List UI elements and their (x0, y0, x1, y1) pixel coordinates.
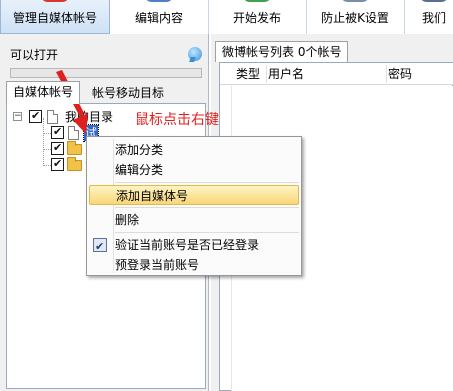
progress-bar (10, 68, 202, 78)
document-icon (47, 110, 58, 124)
menu-separator (115, 232, 299, 233)
publish-icon (242, 0, 272, 2)
tab-about-us[interactable]: 我们 (404, 0, 453, 34)
menu-item-add-media-account[interactable]: 添加自媒体号 (89, 185, 299, 205)
context-menu: 添加分类 编辑分类 添加自媒体号 删除 验证当前账号是否已经登录 预登录当前账号 (86, 136, 302, 276)
tab-label: 防止被K设置 (321, 11, 389, 25)
node-checkbox[interactable] (51, 157, 64, 171)
verify-check-icon (93, 237, 107, 257)
node-checkbox[interactable] (51, 141, 64, 155)
help-bubble-icon[interactable] (188, 47, 202, 61)
about-icon (419, 0, 449, 2)
menu-item-verify-login[interactable]: 验证当前账号是否已经登录 (89, 235, 299, 257)
manage-accounts-icon (40, 0, 70, 2)
tab-media-accounts[interactable]: 自媒体帐号 (6, 81, 81, 104)
column-header-password[interactable]: 密码 (388, 63, 412, 85)
tab-label: 开始发布 (232, 11, 281, 25)
menu-item-label: 验证当前账号是否已经登录 (115, 238, 260, 252)
status-text: 可以打开 (10, 48, 59, 62)
right-tab-strip: 微博帐号列表 0个帐号 (211, 34, 453, 62)
root-checkbox[interactable] (29, 109, 42, 123)
main-toolbar: 管理自媒体帐号 编辑内容 开始发布 防止被K设置 我们 (0, 0, 453, 34)
document-icon (68, 126, 79, 140)
folder-icon (67, 157, 82, 171)
tab-manage-accounts[interactable]: 管理自媒体帐号 (0, 0, 110, 34)
menu-item-delete[interactable]: 删除 (89, 210, 299, 230)
tab-label: 管理自媒体帐号 (12, 11, 97, 25)
tab-account-move-target[interactable]: 帐号移动目标 (86, 83, 170, 105)
menu-separator (115, 207, 299, 208)
edit-content-icon (144, 0, 174, 2)
tab-weibo-account-list[interactable]: 微博帐号列表 0个帐号 (215, 41, 349, 62)
menu-separator (115, 182, 299, 183)
tab-anti-k-settings[interactable]: 防止被K设置 (306, 0, 404, 34)
menu-item-edit-category[interactable]: 编辑分类 (89, 160, 299, 180)
annotation-text: 鼠标点击右键 (135, 112, 219, 128)
tree-node-label: 我的目录 (65, 110, 114, 124)
column-divider[interactable] (386, 65, 387, 83)
column-divider[interactable] (266, 65, 267, 83)
menu-item-add-category[interactable]: 添加分类 (89, 140, 299, 160)
tab-label: 编辑内容 (134, 11, 183, 25)
left-tab-strip: 自媒体帐号 帐号移动目标 (6, 81, 206, 105)
collapse-icon[interactable]: − (13, 112, 22, 121)
folder-icon (67, 141, 82, 155)
tab-label: 我们 (422, 11, 447, 25)
column-header-type[interactable]: 类型 (236, 63, 260, 85)
menu-item-pre-login[interactable]: 预登录当前账号 (89, 255, 299, 275)
shield-icon (340, 0, 370, 2)
grid-header: 类型 用户名 密码 (220, 63, 453, 390)
column-header-username[interactable]: 用户名 (268, 63, 304, 85)
tab-start-publish[interactable]: 开始发布 (208, 0, 306, 34)
node-checkbox[interactable] (51, 125, 64, 139)
tab-edit-content[interactable]: 编辑内容 (110, 0, 208, 34)
